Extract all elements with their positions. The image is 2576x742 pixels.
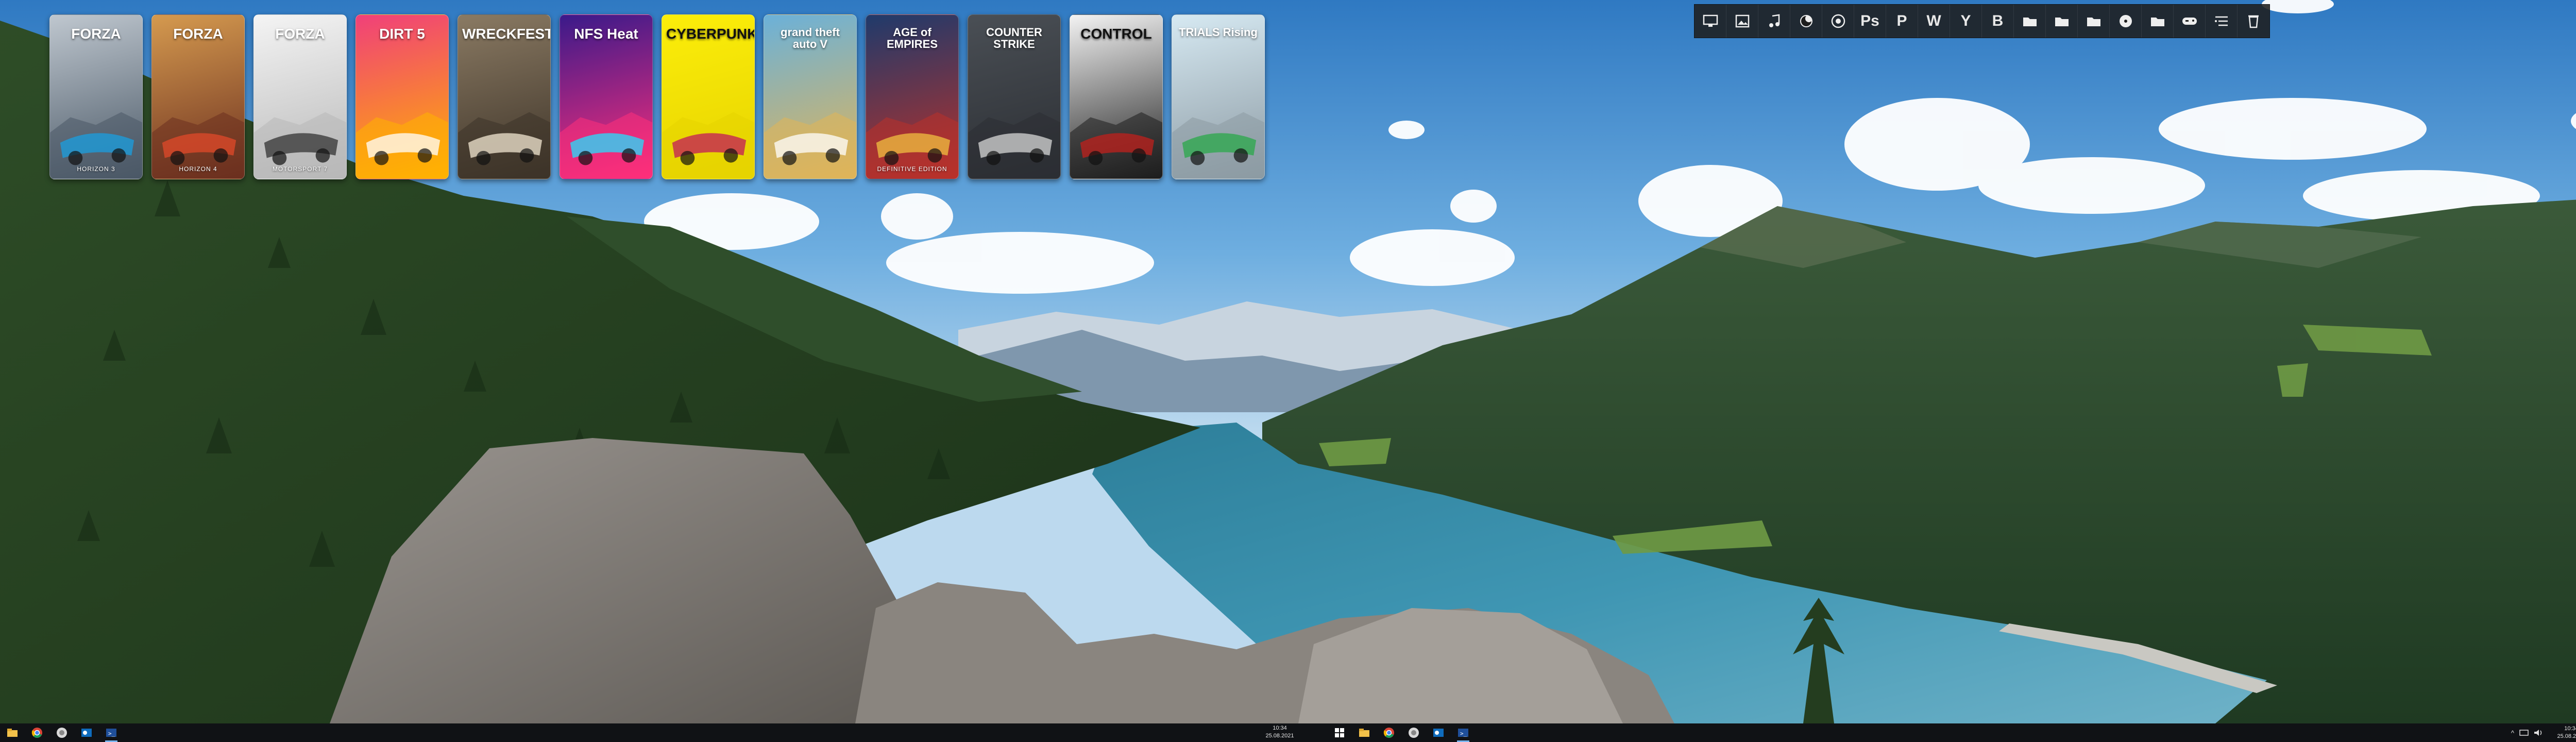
chrome-icon[interactable] (1377, 723, 1401, 742)
game-tile[interactable]: DIRT 5 (355, 14, 449, 179)
list-icon[interactable] (2206, 5, 2238, 38)
game-tile[interactable]: AGE of EMPIRES DEFINITIVE EDITION (866, 14, 959, 179)
taskbar: >_ 10:34 25.08.2021 >_ ^ 10:34 25. (0, 723, 2576, 742)
game-subtitle: HORIZON 4 (179, 165, 217, 173)
taskbar-left: >_ (0, 723, 124, 742)
app-icon[interactable] (49, 723, 74, 742)
photoshop-icon[interactable]: Ps (1854, 5, 1886, 38)
folder-icon[interactable] (2142, 5, 2174, 38)
game-title: AGE of EMPIRES (886, 26, 938, 51)
clock-date: 25.08.2021 (2557, 733, 2576, 739)
game-tile[interactable]: FORZA HORIZON 3 (49, 14, 143, 179)
start-icon[interactable] (1327, 723, 1352, 742)
clock-time: 10:34 (2564, 726, 2576, 732)
game-tile[interactable]: CYBERPUNK (662, 14, 755, 179)
chrome-icon[interactable] (25, 723, 49, 742)
network-icon[interactable] (2519, 729, 2529, 736)
powershell-icon[interactable]: >_ (1451, 723, 1476, 742)
svg-text:>_: >_ (1460, 730, 1467, 737)
gamepad-icon[interactable] (2174, 5, 2206, 38)
game-tile[interactable]: WRECKFEST (457, 14, 551, 179)
tray-overflow-chevron-icon[interactable]: ^ (2511, 729, 2514, 737)
clock-time: 10:34 (1273, 725, 1287, 731)
file-explorer-icon[interactable] (0, 723, 25, 742)
game-title: FORZA (275, 26, 325, 42)
volume-icon[interactable] (2534, 729, 2543, 736)
folder-icon[interactable] (2078, 5, 2110, 38)
taskbar-clock-center[interactable]: 10:34 25.08.2021 (1249, 724, 1311, 740)
launcher-label: B (1992, 12, 2004, 29)
powershell-icon[interactable]: >_ (99, 723, 124, 742)
system-tray: ^ 10:34 25.08.2021 (2511, 723, 2576, 742)
launcher-label: Ps (1860, 12, 1879, 29)
game-title: WRECKFEST (462, 26, 551, 42)
folder-icon[interactable] (2046, 5, 2078, 38)
outlook-icon[interactable] (1426, 723, 1451, 742)
file-explorer-icon[interactable] (1352, 723, 1377, 742)
game-tile[interactable]: COUNTER STRIKE (968, 14, 1061, 179)
game-title: TRIALS Rising (1179, 26, 1258, 39)
game-title: FORZA (71, 26, 121, 42)
game-cover-art (1172, 112, 1264, 179)
y-app-icon[interactable]: Y (1950, 5, 1982, 38)
launcher-label: Y (1960, 12, 1971, 29)
launcher-label: P (1896, 12, 1907, 29)
app-launcher-bar: Ps P W Y B (1694, 4, 2270, 38)
music-icon[interactable] (1758, 5, 1790, 38)
disc-icon[interactable] (2110, 5, 2142, 38)
trash-icon[interactable] (2238, 5, 2269, 38)
game-tile[interactable]: FORZA MOTORSPORT 7 (253, 14, 347, 179)
game-subtitle: HORIZON 3 (77, 165, 115, 173)
taskbar-clock-right[interactable]: 10:34 25.08.2021 (2548, 725, 2576, 740)
chrome-icon[interactable] (1822, 5, 1854, 38)
launcher-label: W (1926, 12, 1941, 29)
game-title: FORZA (173, 26, 223, 42)
game-tile[interactable]: TRIALS Rising (1172, 14, 1265, 179)
game-title: NFS Heat (574, 26, 638, 42)
game-tile[interactable]: grand theft auto V (764, 14, 857, 179)
game-launcher-grid: FORZA HORIZON 3 FORZA HORIZON 4 FORZA MOTORSP… (49, 14, 1265, 179)
monitor-icon[interactable] (1694, 5, 1726, 38)
b-app-icon[interactable]: B (1982, 5, 2014, 38)
p-app-icon[interactable]: P (1886, 5, 1918, 38)
firefox-icon[interactable] (1790, 5, 1822, 38)
game-subtitle: MOTORSPORT 7 (272, 165, 328, 173)
image-icon[interactable] (1726, 5, 1758, 38)
game-tile[interactable]: FORZA HORIZON 4 (151, 14, 245, 179)
game-title: DIRT 5 (379, 26, 425, 42)
game-subtitle: DEFINITIVE EDITION (877, 165, 947, 173)
game-tile[interactable]: CONTROL (1070, 14, 1163, 179)
game-title: CYBERPUNK (666, 26, 755, 42)
w-app-icon[interactable]: W (1918, 5, 1950, 38)
svg-text:>_: >_ (108, 730, 115, 737)
outlook-icon[interactable] (74, 723, 99, 742)
taskbar-middle: >_ (1327, 723, 1476, 742)
clock-date: 25.08.2021 (1265, 733, 1294, 739)
game-title: grand theft auto V (781, 26, 840, 51)
app-icon[interactable] (1401, 723, 1426, 742)
game-tile[interactable]: NFS Heat (560, 14, 653, 179)
game-title: COUNTER STRIKE (986, 26, 1042, 51)
folder-icon[interactable] (2014, 5, 2046, 38)
game-title: CONTROL (1080, 26, 1152, 42)
